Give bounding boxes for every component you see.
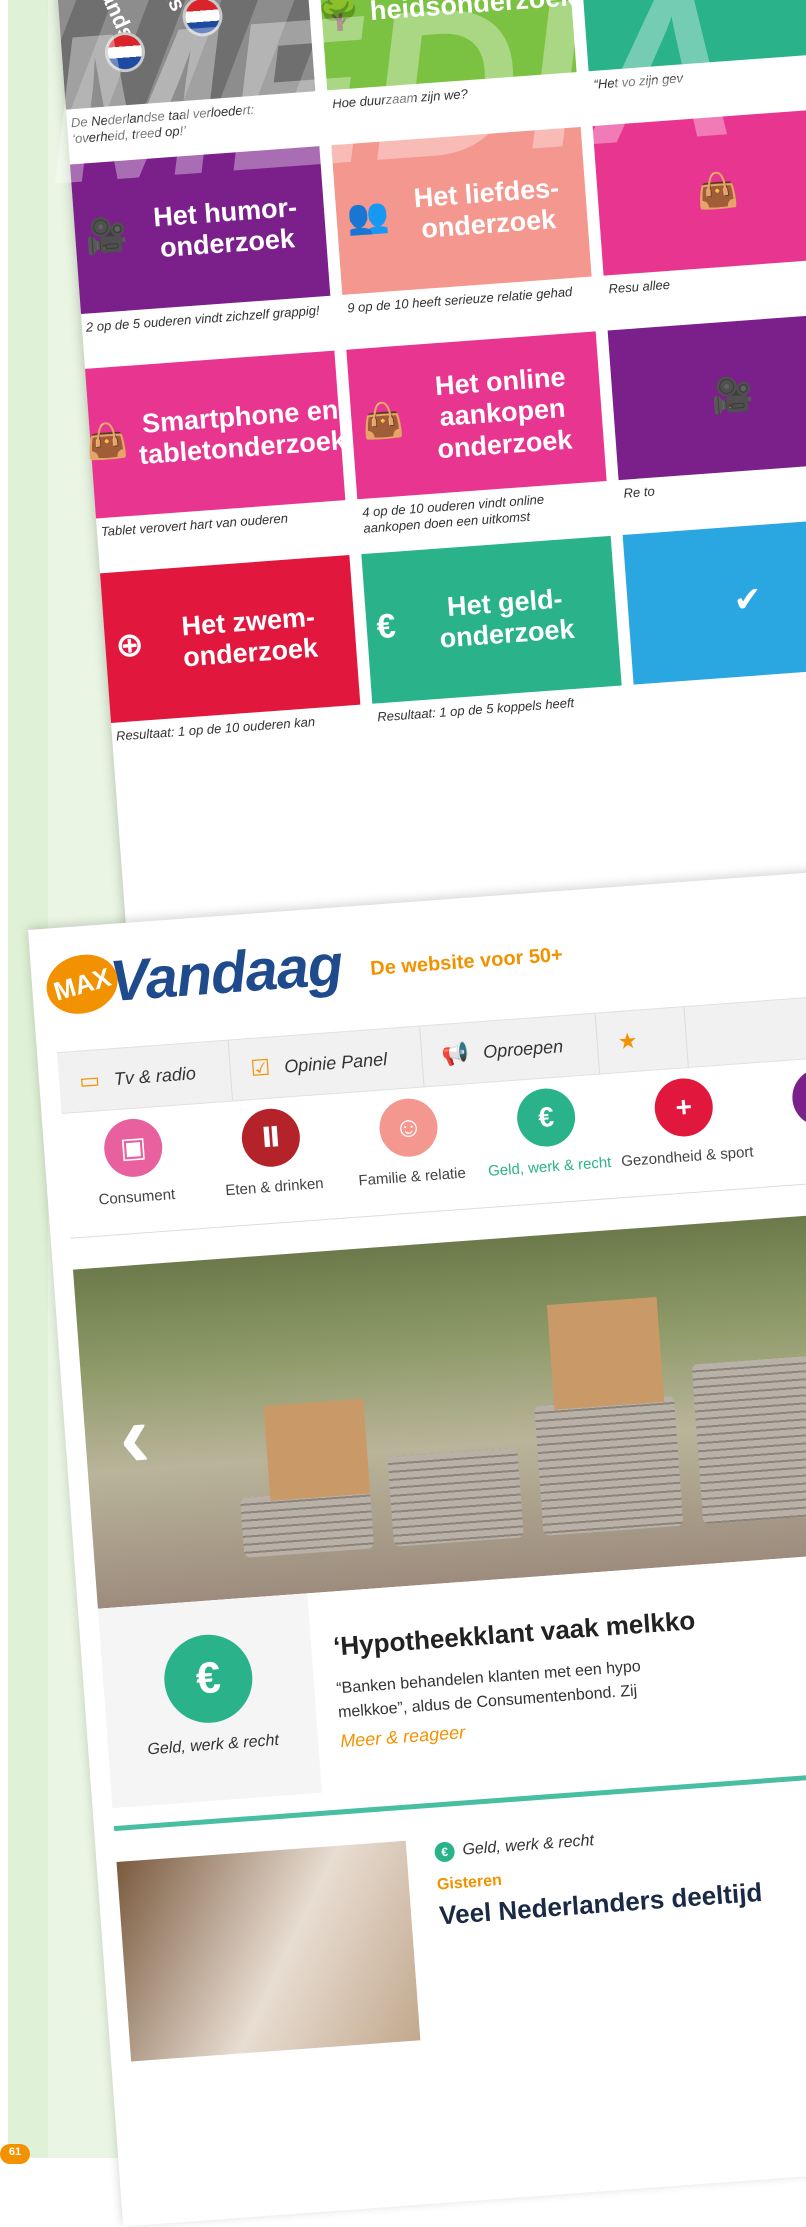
nav-label: Oproepen: [482, 1035, 564, 1062]
check-icon: ✔: [732, 580, 764, 621]
nav-tv-radio[interactable]: ▭ Tv & radio: [57, 1040, 233, 1114]
euro-icon: €: [433, 1841, 456, 1863]
bag-icon: 👜: [695, 171, 741, 213]
nav-oproepen[interactable]: 📢 Oproepen: [419, 1013, 601, 1087]
tile-box: 🎥 Het humor-onderzoek: [70, 146, 331, 315]
coin-stack: [387, 1447, 524, 1547]
tile-zwem[interactable]: ⊕ Het zwem-onderzoek Resultaat: 1 op de …: [100, 555, 362, 745]
site-logo-wordmark[interactable]: Vandaag: [108, 931, 345, 1015]
category-consument[interactable]: ▣ Consument: [62, 1114, 206, 1212]
nav-more[interactable]: ★: [595, 1007, 689, 1074]
tile-title: Het geld-onderzoek: [438, 583, 576, 654]
tile-box: € Het geld-onderzoek: [361, 535, 622, 704]
featured-category-label: Geld, werk & recht: [146, 1731, 280, 1759]
tree-icon: 🌳: [316, 0, 362, 35]
coin-stack: [240, 1488, 375, 1558]
category-familie-relatie[interactable]: ☺ Familie & relatie: [338, 1094, 482, 1192]
read-more-link[interactable]: Meer & reageer: [340, 1722, 466, 1752]
category-label: Eten & drinken: [224, 1175, 325, 1200]
fork-knife-icon: Ⅱ: [239, 1106, 302, 1169]
tile-partial-4[interactable]: ✔: [622, 516, 806, 691]
tile-title: Het online aankopen onderzoek: [434, 362, 574, 464]
news-item[interactable]: € Geld, werk & recht Gisteren Veel Neder…: [115, 1780, 806, 2144]
tv-icon: ▭: [78, 1067, 101, 1094]
tile-online-aankopen[interactable]: 👜 Het online aankopen onderzoek 4 op de …: [346, 331, 609, 537]
people-icon: ☺: [377, 1096, 440, 1159]
tile-title: heidsonderzoek: [368, 0, 577, 27]
survey-tiles-sheet: derlands ands De Nederlandse taal verloe…: [37, 0, 806, 938]
category-label: Geld, werk & recht: [487, 1153, 612, 1180]
tile-title: Het liefdes-onderzoek: [412, 172, 561, 244]
euro-icon: €: [692, 0, 714, 8]
tile-box: 👜 Smartphone en tabletonderzoek: [84, 350, 347, 519]
page-margin: [0, 0, 8, 2158]
website-sheet: MAX Vandaag De website voor 50+ ▭ Tv & r…: [28, 864, 806, 2227]
coin-stack: [534, 1395, 684, 1536]
news-thumbnail[interactable]: [116, 1840, 421, 2062]
tile-humor[interactable]: 🎥 Het humor-onderzoek 2 op de 5 ouderen …: [70, 146, 332, 336]
nav-opinie-panel[interactable]: ☑ Opinie Panel: [228, 1026, 425, 1101]
bag-icon: 👜: [84, 421, 130, 463]
house-model: [546, 1296, 665, 1410]
euro-icon: €: [161, 1631, 256, 1726]
nav-label: Tv & radio: [113, 1062, 197, 1089]
tile-partial-3[interactable]: 🎥 Re to: [607, 312, 806, 502]
camera-icon: 🎥: [710, 375, 756, 417]
featured-category[interactable]: € Geld, werk & recht: [97, 1593, 322, 1809]
tile-title: Het zwem-onderzoek: [180, 601, 319, 673]
euro-icon: €: [515, 1086, 578, 1149]
tile-title: Smartphone en tabletonderzoek: [138, 394, 347, 471]
category-label: Familie & relatie: [357, 1164, 467, 1190]
tile-smartphone[interactable]: 👜 Smartphone en tabletonderzoek Tablet v…: [84, 350, 347, 541]
page-number-badge: 61: [0, 2144, 30, 2164]
tile-box: ⊕ Het zwem-onderzoek: [100, 555, 361, 723]
category-label: Gezondheid & sport: [620, 1143, 755, 1171]
plus-icon: +: [652, 1076, 715, 1139]
tile-box: 👥 Het liefdes-onderzoek: [331, 126, 592, 295]
euro-icon: €: [375, 607, 398, 647]
tile-liefde[interactable]: 👥 Het liefdes-onderzoek 9 op de 10 heeft…: [331, 126, 593, 317]
tile-partial-2[interactable]: 👜 Resu allee: [592, 107, 806, 298]
nav-label: Opinie Panel: [283, 1048, 388, 1077]
category-label: Consument: [97, 1185, 176, 1209]
flag-word-2: ands: [147, 0, 191, 15]
people-icon: 👥: [345, 196, 391, 238]
tile-taal-image: derlands ands: [55, 0, 316, 110]
house-model: [263, 1398, 371, 1501]
megaphone-icon: 📢: [440, 1040, 471, 1067]
category-eten-drinken[interactable]: Ⅱ Eten & drinken: [200, 1104, 344, 1202]
plus-icon: ⊕: [114, 625, 146, 666]
site-tagline: De website voor 50+: [369, 943, 564, 981]
tile-box: 👜 Het online aankopen onderzoek: [346, 331, 607, 500]
category-icon: [790, 1066, 806, 1129]
more-icon: ★: [616, 1027, 639, 1055]
tile-geld[interactable]: € Het geld-onderzoek Resultaat: 1 op de …: [361, 535, 623, 726]
carousel-prev-arrow[interactable]: ‹: [116, 1385, 153, 1490]
tile-box: ✔: [622, 516, 806, 685]
dutch-flag-icon: [184, 0, 221, 35]
tile-box: 🎥: [607, 312, 806, 481]
news-category[interactable]: € Geld, werk & recht: [433, 1831, 595, 1863]
bag-icon: 👜: [360, 401, 406, 443]
dutch-flag-icon: [106, 33, 144, 71]
tile-partial-1[interactable]: € “Het vo zijn gev: [577, 0, 806, 93]
category-geld-werk-recht[interactable]: € Geld, werk & recht: [475, 1084, 619, 1182]
tile-taal[interactable]: derlands ands De Nederlandse taal verloe…: [55, 0, 318, 148]
camera-icon: 🎥: [84, 215, 130, 257]
category-partial[interactable]: H: [750, 1063, 806, 1161]
tile-title: Het humor-onderzoek: [152, 191, 299, 264]
news-date: Gisteren: [436, 1871, 503, 1894]
site-header: MAX Vandaag De website voor 50+: [39, 915, 565, 1022]
featured-title[interactable]: ‘Hypotheekklant vaak melkko: [332, 1605, 696, 1662]
shopping-bag-icon: ▣: [102, 1116, 165, 1179]
checkbox-icon: ☑: [249, 1054, 272, 1082]
category-gezondheid-sport[interactable]: + Gezondheid & sport: [613, 1073, 757, 1171]
hero-carousel[interactable]: ‹: [72, 1205, 806, 1609]
news-category-label: Geld, werk & recht: [461, 1832, 595, 1859]
tile-box: 👜: [592, 107, 806, 276]
coin-stack: [691, 1351, 806, 1525]
tile-duurzaamheid[interactable]: 🌳 heidsonderzoek Hoe duurzaam zijn we?: [316, 0, 578, 113]
